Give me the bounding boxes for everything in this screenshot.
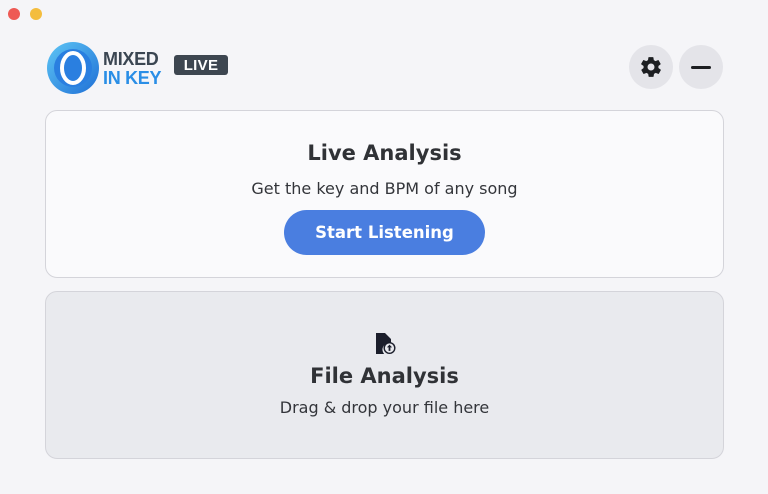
logo-text-line1: MIXED	[103, 48, 159, 69]
minus-icon	[691, 65, 711, 69]
minimize-panel-button[interactable]	[679, 45, 723, 89]
live-analysis-card: Live Analysis Get the key and BPM of any…	[45, 110, 724, 278]
live-badge: LIVE	[174, 55, 228, 75]
window-close-button[interactable]	[8, 8, 20, 20]
gear-icon	[641, 57, 661, 77]
app-logo: MIXED IN KEY	[46, 40, 162, 96]
live-analysis-subtitle: Get the key and BPM of any song	[251, 179, 518, 198]
start-listening-button[interactable]: Start Listening	[284, 210, 485, 255]
logo-ring-icon	[46, 41, 100, 95]
settings-button[interactable]	[629, 45, 673, 89]
live-analysis-title: Live Analysis	[307, 141, 462, 165]
file-analysis-title: File Analysis	[310, 364, 459, 388]
file-analysis-subtitle: Drag & drop your file here	[279, 398, 490, 417]
window-minimize-button[interactable]	[30, 8, 42, 20]
logo-text-line2: IN KEY	[103, 67, 162, 88]
file-drop-zone[interactable]: File Analysis Drag & drop your file here	[45, 291, 724, 459]
app-window: MIXED IN KEY LIVE Live Analysis Get the …	[0, 0, 768, 494]
file-add-icon	[375, 333, 395, 354]
